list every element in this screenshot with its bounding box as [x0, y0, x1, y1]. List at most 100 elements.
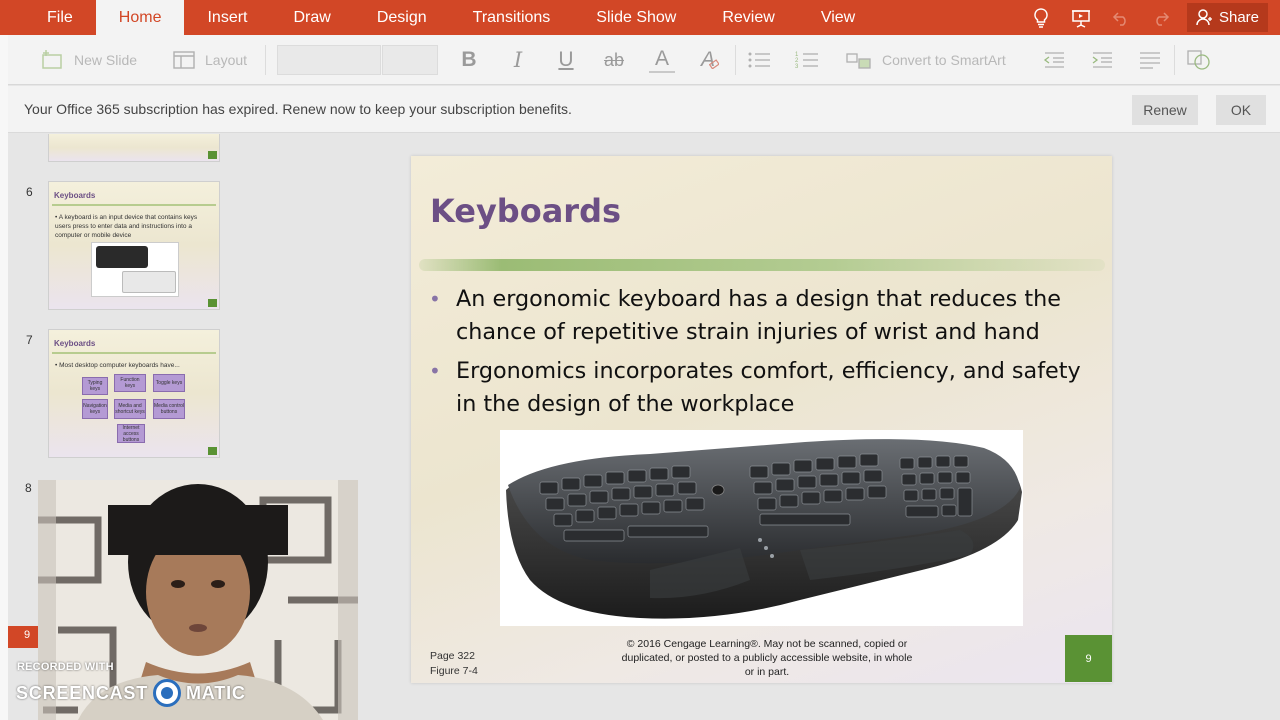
italic-button[interactable]: I — [505, 47, 531, 73]
ergonomic-keyboard-drawing — [506, 439, 1022, 619]
thumb-diagram-box: Navigation keys — [82, 399, 108, 419]
layout-icon — [173, 51, 195, 69]
slide-bullet-list[interactable]: An ergonomic keyboard has a design that … — [429, 283, 1099, 427]
slide-thumbnail-7[interactable]: Keyboards • Most desktop computer keyboa… — [48, 329, 220, 458]
slide-title[interactable]: Keyboards — [430, 192, 621, 230]
layout-label: Layout — [205, 52, 248, 68]
tab-design[interactable]: Design — [354, 0, 450, 35]
slide-bullet: An ergonomic keyboard has a design that … — [429, 283, 1099, 349]
decrease-indent-button[interactable] — [1041, 47, 1067, 73]
lightbulb-icon[interactable] — [1021, 0, 1061, 35]
align-left-icon — [1140, 52, 1160, 69]
tab-draw[interactable]: Draw — [270, 0, 353, 35]
present-icon[interactable] — [1061, 0, 1101, 35]
font-size-field[interactable] — [382, 45, 438, 75]
share-button[interactable]: Share — [1186, 3, 1268, 32]
thumb-diagram-box: Typing keys — [82, 377, 108, 395]
tab-home[interactable]: Home — [95, 0, 185, 35]
clear-formatting-button[interactable]: A — [697, 47, 723, 73]
tab-transitions[interactable]: Transitions — [450, 0, 574, 35]
screencast-brand-right: MATIC — [186, 682, 246, 703]
slide-page-reference: Page 322 Figure 7-4 — [430, 649, 478, 679]
window-left-edge — [0, 35, 8, 720]
decrease-indent-icon — [1043, 52, 1064, 68]
slide-thumbnail-6[interactable]: Keyboards • A keyboard is an input devic… — [48, 181, 220, 310]
slide-thumbnail-5[interactable] — [48, 134, 220, 162]
slide-copyright: © 2016 Cengage Learning®. May not be sca… — [621, 638, 913, 678]
numbered-list-icon: 123 — [795, 52, 818, 70]
thumb-diagram-box: Media and shortcut keys — [114, 399, 146, 419]
shapes-button[interactable] — [1186, 47, 1212, 73]
thumb-diagram-box: Function keys — [114, 374, 146, 392]
thumb-title: Keyboards — [54, 339, 96, 348]
thumb-number-9: 9 — [8, 626, 38, 648]
undo-icon[interactable] — [1101, 0, 1141, 35]
screencast-logo: SCREENCAST MATIC — [16, 679, 246, 707]
thumb-rule — [52, 352, 216, 354]
ribbon-toolbar: New Slide Layout B I U ab A A 123 Conver… — [0, 35, 1280, 85]
slide-number-box: 9 — [1065, 635, 1112, 682]
svg-text:3: 3 — [795, 64, 799, 70]
layout-button[interactable]: Layout — [173, 35, 247, 85]
record-dot-icon — [153, 679, 182, 707]
person-icon — [1196, 9, 1212, 26]
underline-button[interactable]: U — [553, 47, 579, 73]
ergonomic-keyboard-image[interactable] — [500, 430, 1023, 626]
thumb-title: Keyboards — [54, 191, 96, 200]
subscription-notice-bar: Your Office 365 subscription has expired… — [8, 86, 1280, 133]
slide-canvas[interactable]: Keyboards An ergonomic keyboard has a de… — [411, 156, 1112, 683]
slide-title-rule — [419, 259, 1105, 271]
new-slide-label: New Slide — [74, 52, 138, 68]
white-keyboard-graphic — [122, 271, 176, 293]
page-reference: Page 322 — [430, 650, 475, 662]
screencast-brand-left: SCREENCAST — [16, 682, 149, 703]
ribbon-separator — [1174, 45, 1175, 75]
font-color-button[interactable]: A — [649, 47, 675, 73]
ribbon-separator — [735, 45, 736, 75]
thumb-body: • Most desktop computer keyboards have..… — [55, 362, 180, 369]
increase-indent-button[interactable] — [1089, 47, 1115, 73]
convert-smartart-button[interactable]: Convert to SmartArt — [846, 35, 1006, 85]
align-left-button[interactable] — [1137, 47, 1163, 73]
thumb-number-8: 8 — [25, 481, 32, 495]
font-name-field[interactable] — [277, 45, 381, 75]
thumb-keyboard-image — [91, 242, 179, 297]
new-slide-button[interactable]: New Slide — [40, 35, 137, 85]
numbering-button[interactable]: 123 — [794, 47, 820, 73]
thumb-number-box — [208, 151, 217, 159]
bold-button[interactable]: B — [456, 47, 482, 73]
tab-file[interactable]: File — [0, 0, 96, 35]
new-slide-icon — [42, 50, 62, 69]
screencast-recorded-label: RECORDED WITH — [17, 661, 114, 673]
ok-button[interactable]: OK — [1216, 95, 1266, 125]
thumb-diagram-box: Toggle keys — [153, 374, 185, 392]
increase-indent-icon — [1092, 52, 1112, 68]
figure-reference: Figure 7-4 — [430, 665, 478, 677]
tab-review[interactable]: Review — [699, 0, 797, 35]
tab-insert[interactable]: Insert — [184, 0, 270, 35]
ribbon-separator — [265, 45, 266, 75]
thumb-body: • A keyboard is an input device that con… — [55, 214, 198, 239]
share-label: Share — [1218, 9, 1259, 26]
subscription-notice-text: Your Office 365 subscription has expired… — [24, 101, 572, 117]
shapes-icon — [1187, 50, 1210, 70]
ribbon-tab-bar: File Home Insert Draw Design Transitions… — [0, 0, 1280, 35]
eraser-icon — [709, 59, 719, 69]
thumb-number-box — [208, 447, 217, 455]
slide-bullet: Ergonomics incorporates comfort, efficie… — [429, 355, 1099, 421]
smartart-icon — [846, 53, 871, 69]
bullets-button[interactable] — [746, 47, 772, 73]
black-keyboard-graphic — [96, 246, 148, 268]
renew-button[interactable]: Renew — [1132, 95, 1198, 125]
tabbar-right-controls: Share — [1021, 0, 1280, 35]
strikethrough-button[interactable]: ab — [601, 47, 627, 73]
thumb-number-box — [208, 299, 217, 307]
thumb-number-6: 6 — [26, 185, 33, 199]
tab-view[interactable]: View — [798, 0, 878, 35]
thumb-number-7: 7 — [26, 333, 33, 347]
convert-smartart-label: Convert to SmartArt — [882, 52, 1006, 68]
thumb-rule — [52, 204, 216, 206]
thumb-diagram-box: Internet access buttons — [117, 424, 145, 443]
redo-icon[interactable] — [1141, 0, 1181, 35]
tab-slide-show[interactable]: Slide Show — [573, 0, 699, 35]
